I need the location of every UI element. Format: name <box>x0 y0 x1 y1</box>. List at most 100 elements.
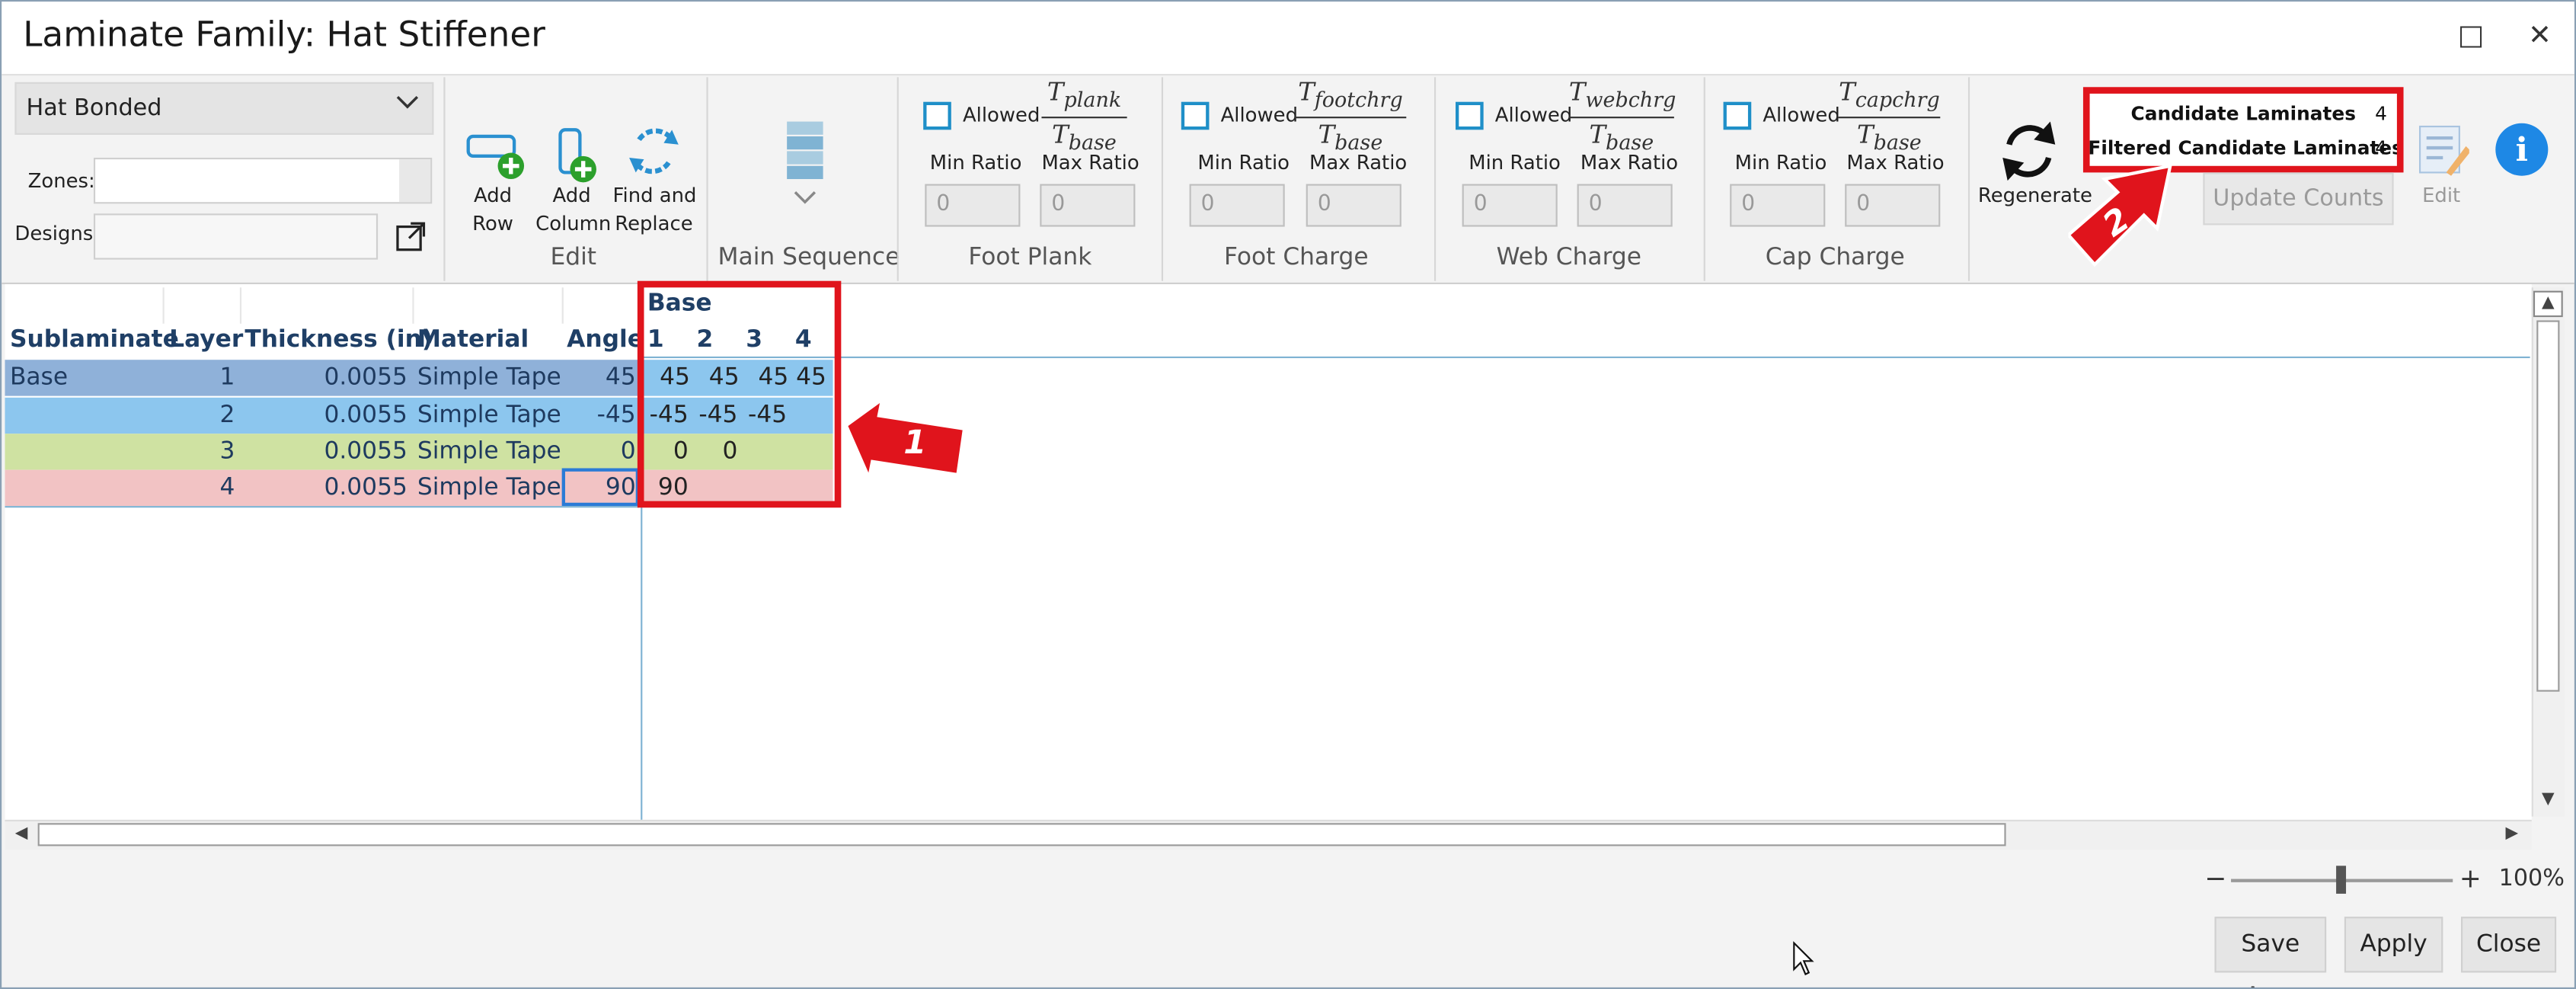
layer-stack-icon <box>787 121 823 204</box>
family-dropdown[interactable]: Hat Bonded <box>14 82 434 135</box>
column-header-angle[interactable]: Angle <box>567 327 644 353</box>
min-ratio-label: Min Ratio <box>1734 151 1827 174</box>
foot-charge-max-input[interactable]: 0 <box>1306 184 1401 227</box>
web-charge-min-input[interactable]: 0 <box>1462 184 1558 227</box>
material-cell[interactable]: Simple Tape <box>417 398 561 434</box>
allowed-label: Allowed <box>1763 103 1840 127</box>
designs-field[interactable] <box>93 213 379 260</box>
cap-charge-label: Cap Charge <box>1765 245 1905 271</box>
material-cell[interactable]: Simple Tape <box>417 360 561 395</box>
zoom-out-button[interactable]: − <box>2205 863 2227 894</box>
foot-plank-allowed-checkbox[interactable] <box>923 101 951 130</box>
layer-cell[interactable]: 2 <box>166 398 235 434</box>
web-charge-max-input[interactable]: 0 <box>1577 184 1673 227</box>
main-sequence-label: Main Sequence <box>718 245 900 271</box>
thickness-cell[interactable]: 0.0055 <box>244 398 407 434</box>
window-title: Laminate Family: Hat Stiffener <box>23 14 545 55</box>
max-ratio-label: Max Ratio <box>1580 151 1679 174</box>
separator <box>1967 77 1970 281</box>
chevron-down-icon[interactable] <box>396 92 419 117</box>
column-header-thickness[interactable]: Thickness (in) <box>244 327 433 353</box>
cap-charge-max-input[interactable]: 0 <box>1845 184 1941 227</box>
regenerate-label: Regenerate <box>1977 184 2092 207</box>
scroll-down-arrow-icon[interactable]: ▼ <box>2533 787 2563 813</box>
column-header-sublaminate[interactable]: Sublaminate <box>10 327 179 353</box>
foot-plank-min-input[interactable]: 0 <box>925 184 1021 227</box>
edit-icon[interactable] <box>2417 123 2471 186</box>
callout-box-sequence <box>637 280 842 508</box>
zoom-level: 100% <box>2498 866 2565 892</box>
foot-charge-allowed-checkbox[interactable] <box>1181 101 1210 130</box>
grid-line <box>239 287 242 324</box>
grid-line <box>561 287 564 324</box>
designs-label: Designs: <box>14 222 100 245</box>
separator <box>896 77 899 281</box>
column-header-layer[interactable]: Layer <box>169 327 243 353</box>
min-ratio-label: Min Ratio <box>929 151 1022 174</box>
find-replace-icon <box>629 128 679 174</box>
cap-charge-min-input[interactable]: 0 <box>1730 184 1826 227</box>
allowed-label: Allowed <box>1494 103 1573 127</box>
update-counts-button[interactable]: Update Counts <box>2203 172 2394 226</box>
add-row-label: Add Row <box>472 184 513 235</box>
regenerate-button[interactable] <box>1996 117 2062 192</box>
material-cell[interactable]: Simple Tape <box>417 470 561 506</box>
thickness-cell[interactable]: 0.0055 <box>244 434 407 469</box>
angle-cell[interactable]: 90 <box>564 470 636 506</box>
thickness-cell[interactable]: 0.0055 <box>244 360 407 395</box>
cap-charge-allowed-checkbox[interactable] <box>1723 101 1752 130</box>
sublaminate-cell[interactable]: Base <box>10 360 68 395</box>
main-sequence-button[interactable] <box>784 118 826 220</box>
min-ratio-label: Min Ratio <box>1469 151 1561 174</box>
ratio-formula: Tcapchrg Tbase <box>1838 77 1941 155</box>
web-charge-allowed-checkbox[interactable] <box>1456 101 1484 130</box>
ratio-formula: Twebchrg Tbase <box>1568 77 1676 155</box>
callout-number-1: 1 <box>903 422 927 462</box>
max-ratio-label: Max Ratio <box>1041 151 1139 174</box>
vertical-scroll-thumb[interactable] <box>2536 320 2560 692</box>
thickness-cell[interactable]: 0.0055 <box>244 470 407 506</box>
open-external-icon[interactable] <box>392 219 428 261</box>
min-ratio-label: Min Ratio <box>1197 151 1290 174</box>
zoom-in-button[interactable]: + <box>2459 863 2482 894</box>
header-divider <box>641 356 2530 359</box>
zones-field-button[interactable] <box>399 159 431 203</box>
web-charge-label: Web Charge <box>1496 245 1642 271</box>
layer-cell[interactable]: 3 <box>166 434 235 469</box>
column-header-material[interactable]: Material <box>417 327 529 353</box>
add-row-icon <box>466 134 525 180</box>
grid-line <box>162 287 165 324</box>
zoom-slider-thumb[interactable] <box>2336 866 2347 894</box>
horizontal-scroll-thumb[interactable] <box>37 823 2006 847</box>
edit-group-label: Edit <box>550 245 597 271</box>
angle-cell[interactable]: 0 <box>564 434 636 469</box>
allowed-label: Allowed <box>962 103 1040 127</box>
close-button[interactable]: Close <box>2461 917 2557 973</box>
separator <box>1703 77 1705 281</box>
zones-field[interactable] <box>93 157 433 204</box>
grid-line <box>412 287 414 324</box>
add-column-icon <box>558 128 596 183</box>
material-cell[interactable]: Simple Tape <box>417 434 561 469</box>
find-replace-button[interactable] <box>626 123 682 186</box>
scroll-right-arrow-icon[interactable]: ▶ <box>2501 823 2523 846</box>
close-window-button[interactable]: ✕ <box>2512 11 2568 61</box>
foot-charge-min-input[interactable]: 0 <box>1189 184 1285 227</box>
angle-cell[interactable]: -45 <box>564 398 636 434</box>
separator <box>1433 77 1437 281</box>
info-icon[interactable]: i <box>2495 123 2549 176</box>
layer-cell[interactable]: 1 <box>166 360 235 395</box>
scroll-up-arrow-icon[interactable]: ▲ <box>2533 290 2563 318</box>
save-as-button[interactable]: Save As... <box>2214 917 2327 987</box>
apply-button[interactable]: Apply <box>2344 917 2443 973</box>
title-bar: Laminate Family: Hat Stiffener □ ✕ <box>2 2 2574 75</box>
separator <box>1161 77 1164 281</box>
layer-cell[interactable]: 4 <box>166 470 235 506</box>
add-column-label: Add Column <box>535 184 612 235</box>
maximize-button[interactable]: □ <box>2443 11 2498 61</box>
mouse-cursor-icon <box>1792 941 1815 984</box>
ratio-formula: Tfootchrg Tbase <box>1294 77 1407 158</box>
scroll-left-arrow-icon[interactable]: ◀ <box>10 823 33 846</box>
foot-plank-max-input[interactable]: 0 <box>1040 184 1136 227</box>
angle-cell[interactable]: 45 <box>564 360 636 395</box>
